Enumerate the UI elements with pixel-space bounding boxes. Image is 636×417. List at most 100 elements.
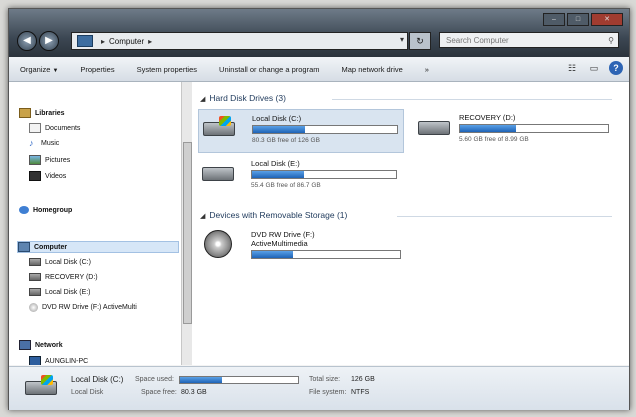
preview-pane-icon[interactable]: ▭ — [587, 61, 601, 75]
dvd-drive-icon — [29, 303, 38, 312]
hard-drive-icon — [418, 115, 450, 135]
drive-usage-bar — [252, 125, 398, 134]
nav-music[interactable]: ♪ Music — [29, 139, 59, 148]
usage-fill — [252, 251, 294, 258]
drive-volume-label: ActiveMultimedia — [251, 239, 308, 248]
nav-label: Libraries — [35, 109, 65, 117]
nav-label: Music — [41, 140, 60, 147]
drive-free-space: 80.3 GB free of 126 GB — [252, 137, 320, 144]
maximize-button[interactable]: □ — [567, 13, 589, 26]
windows-drive-icon — [25, 375, 57, 397]
system-properties-button[interactable]: System properties — [126, 65, 208, 74]
homegroup-icon — [19, 206, 29, 214]
nav-network[interactable]: Network — [19, 340, 63, 350]
details-total-size: 126 GB — [351, 376, 375, 383]
nav-label: Pictures — [45, 156, 71, 164]
drive-name: RECOVERY (D:) — [459, 113, 516, 122]
nav-label: Local Disk (E:) — [45, 288, 91, 296]
forward-button[interactable]: ▶ — [39, 31, 59, 51]
usage-fill — [180, 377, 223, 383]
nav-computer[interactable]: Computer — [17, 241, 179, 253]
breadcrumb-dropdown-icon[interactable]: ▸ — [148, 37, 152, 46]
nav-local-disk-e[interactable]: Local Disk (E:) — [29, 288, 91, 296]
search-placeholder: Search Computer — [446, 36, 509, 45]
nav-label: RECOVERY (D:) — [45, 273, 98, 281]
usage-fill — [253, 126, 305, 133]
nav-pictures[interactable]: Pictures — [29, 155, 70, 165]
windows-drive-icon — [203, 116, 235, 136]
pictures-icon — [29, 155, 41, 165]
drive-name: Local Disk (C:) — [252, 114, 302, 123]
drive-usage-bar — [459, 124, 609, 133]
network-icon — [19, 340, 31, 350]
computer-icon — [29, 356, 41, 365]
view-options-icon[interactable]: ☷ — [565, 61, 579, 75]
details-space-free-label: Space free: — [141, 389, 177, 396]
drive-name: DVD RW Drive (F:) — [251, 230, 315, 239]
nav-label: Homegroup — [33, 206, 73, 214]
organize-button[interactable]: Organize ▼ — [9, 65, 69, 74]
usage-fill — [460, 125, 517, 132]
title-bar: – □ ✕ ◀ ▶ ▸ Computer ▸ ▾ ↻ Search Comput… — [9, 9, 629, 57]
scrollbar-thumb[interactable] — [183, 142, 192, 324]
hard-drive-icon — [29, 288, 41, 296]
details-usage-bar — [179, 376, 299, 384]
address-bar[interactable]: ▸ Computer ▸ ▾ — [71, 32, 408, 50]
navigation-scrollbar[interactable] — [181, 82, 192, 365]
collapse-triangle-icon: ◢ — [200, 96, 206, 103]
content-pane: ◢ Hard Disk Drives (3) Local Disk (C:) 80… — [192, 82, 629, 365]
window-controls: – □ ✕ — [543, 13, 623, 26]
nav-aunglin-pc[interactable]: AUNGLIN-PC — [29, 356, 88, 365]
videos-icon — [29, 171, 41, 181]
dvd-disc-icon — [202, 230, 234, 258]
drive-local-disk-e[interactable]: Local Disk (E:) 55.4 GB free of 86.7 GB — [198, 155, 402, 197]
map-network-drive-button[interactable]: Map network drive — [331, 65, 414, 74]
group-removable-storage[interactable]: ◢ Devices with Removable Storage (1) — [200, 210, 347, 220]
group-label: Hard Disk Drives (3) — [209, 93, 286, 103]
nav-label: DVD RW Drive (F:) ActiveMulti — [42, 304, 137, 311]
nav-label: AUNGLIN-PC — [45, 357, 89, 365]
group-divider — [397, 216, 612, 217]
nav-label: Network — [35, 341, 63, 349]
nav-documents[interactable]: Documents — [29, 123, 80, 133]
command-bar: Organize ▼ Properties System properties U… — [9, 57, 629, 82]
details-space-used-label: Space used: — [135, 376, 174, 383]
more-commands-button[interactable]: » — [414, 65, 440, 74]
address-history-dropdown-icon[interactable]: ▾ — [400, 35, 404, 44]
details-filesystem: NTFS — [351, 389, 370, 396]
nav-label: Local Disk (C:) — [45, 258, 91, 266]
libraries-icon — [19, 108, 31, 118]
drive-free-space: 5.60 GB free of 8.99 GB — [459, 136, 529, 143]
hard-drive-icon — [202, 161, 234, 181]
computer-icon — [18, 242, 30, 252]
details-pane: Local Disk (C:) Local Disk Space used: S… — [9, 366, 629, 410]
drive-local-disk-c[interactable]: Local Disk (C:) 80.3 GB free of 126 GB — [198, 109, 404, 153]
nav-dvd-f[interactable]: DVD RW Drive (F:) ActiveMulti — [29, 303, 137, 312]
nav-libraries[interactable]: Libraries — [19, 108, 65, 118]
breadcrumb-computer[interactable]: Computer — [109, 37, 144, 46]
search-input[interactable]: Search Computer ⚲ — [439, 32, 619, 48]
nav-recovery-d[interactable]: RECOVERY (D:) — [29, 273, 98, 281]
help-icon[interactable]: ? — [609, 61, 623, 75]
breadcrumb-arrow-icon: ▸ — [101, 36, 106, 46]
drive-free-space: 55.4 GB free of 86.7 GB — [251, 182, 321, 189]
collapse-triangle-icon: ◢ — [200, 213, 206, 220]
drive-name: Local Disk (E:) — [251, 159, 300, 168]
nav-videos[interactable]: Videos — [29, 171, 66, 181]
drive-usage-bar — [251, 170, 397, 179]
nav-label: Documents — [45, 124, 81, 132]
usage-fill — [252, 171, 304, 178]
group-hard-disk-drives[interactable]: ◢ Hard Disk Drives (3) — [200, 93, 286, 103]
nav-local-disk-c[interactable]: Local Disk (C:) — [29, 258, 91, 266]
nav-homegroup[interactable]: Homegroup — [19, 206, 72, 214]
refresh-button[interactable]: ↻ — [409, 32, 431, 50]
search-icon: ⚲ — [608, 36, 614, 45]
drive-dvd-f[interactable]: DVD RW Drive (F:) ActiveMultimedia — [198, 226, 408, 270]
back-button[interactable]: ◀ — [17, 31, 37, 51]
hard-drive-icon — [29, 273, 41, 281]
drive-recovery-d[interactable]: RECOVERY (D:) 5.60 GB free of 8.99 GB — [414, 109, 614, 151]
properties-button[interactable]: Properties — [69, 65, 125, 74]
close-button[interactable]: ✕ — [591, 13, 623, 26]
uninstall-program-button[interactable]: Uninstall or change a program — [208, 65, 330, 74]
minimize-button[interactable]: – — [543, 13, 565, 26]
